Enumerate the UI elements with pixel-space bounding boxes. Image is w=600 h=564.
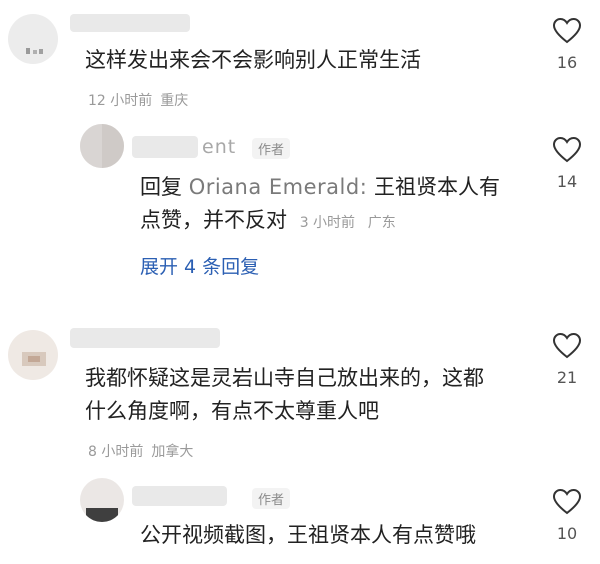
heart-outline-icon xyxy=(552,488,582,515)
avatar[interactable] xyxy=(8,330,58,380)
reply-target-name[interactable]: Oriana Emerald: xyxy=(189,175,368,199)
reply-text: 公开视频截图，王祖贤本人有点赞哦 xyxy=(140,523,476,547)
username-blurred[interactable] xyxy=(70,328,220,348)
comment-text-line2: 什么角度啊，有点不太尊重人吧 xyxy=(85,399,379,423)
comment-time: 8 小时前 xyxy=(88,444,144,460)
author-badge: 作者 xyxy=(252,488,291,509)
like-count: 21 xyxy=(556,368,578,387)
reply-prefix: 回复 xyxy=(140,175,182,199)
like-button[interactable]: 16 xyxy=(549,17,585,72)
reply-text-line2: 点赞，并不反对 3 小时前 广东 xyxy=(140,203,396,240)
like-count: 16 xyxy=(556,53,578,72)
heart-outline-icon xyxy=(552,17,582,44)
author-badge: 作者 xyxy=(252,138,291,159)
reply-avatar[interactable] xyxy=(80,478,124,522)
like-button[interactable]: 21 xyxy=(549,332,585,387)
comment-meta: 12 小时前 重庆 xyxy=(88,90,188,110)
comment-meta: 8 小时前 加拿大 xyxy=(88,441,193,461)
comment-time: 12 小时前 xyxy=(88,93,153,109)
comment-text-line1: 我都怀疑这是灵岩山寺自己放出来的，这都 xyxy=(85,366,484,390)
avatar-image xyxy=(22,352,46,366)
comment-location: 重庆 xyxy=(160,93,189,109)
reply-avatar-image xyxy=(80,124,124,168)
avatar[interactable] xyxy=(8,14,58,64)
reply-time: 3 小时前 xyxy=(299,215,356,231)
reply-username-blurred[interactable] xyxy=(132,136,198,158)
heart-outline-icon xyxy=(552,136,582,163)
reply-location: 广东 xyxy=(367,215,396,231)
avatar-image xyxy=(26,48,43,54)
reply-like-button[interactable]: 10 xyxy=(549,488,585,543)
username-blurred[interactable] xyxy=(70,14,190,32)
reply-text-cont: 点赞，并不反对 xyxy=(140,208,287,232)
reply-avatar-image xyxy=(86,508,118,522)
heart-outline-icon xyxy=(552,332,582,359)
reply-like-count: 14 xyxy=(556,172,578,191)
expand-replies-link[interactable]: 展开 4 条回复 xyxy=(140,252,259,279)
reply-username-fragment[interactable]: ent xyxy=(202,136,236,158)
reply-like-count: 10 xyxy=(556,524,578,543)
reply-username-blurred[interactable] xyxy=(132,486,227,506)
reply-avatar[interactable] xyxy=(80,124,124,168)
reply-text: 王祖贤本人有 xyxy=(373,175,500,199)
comment-location: 加拿大 xyxy=(151,444,194,460)
reply-like-button[interactable]: 14 xyxy=(549,136,585,191)
comment-text: 这样发出来会不会影响别人正常生活 xyxy=(85,48,421,72)
reply-text-line1: 回复 Oriana Emerald: 王祖贤本人有 xyxy=(140,170,500,204)
